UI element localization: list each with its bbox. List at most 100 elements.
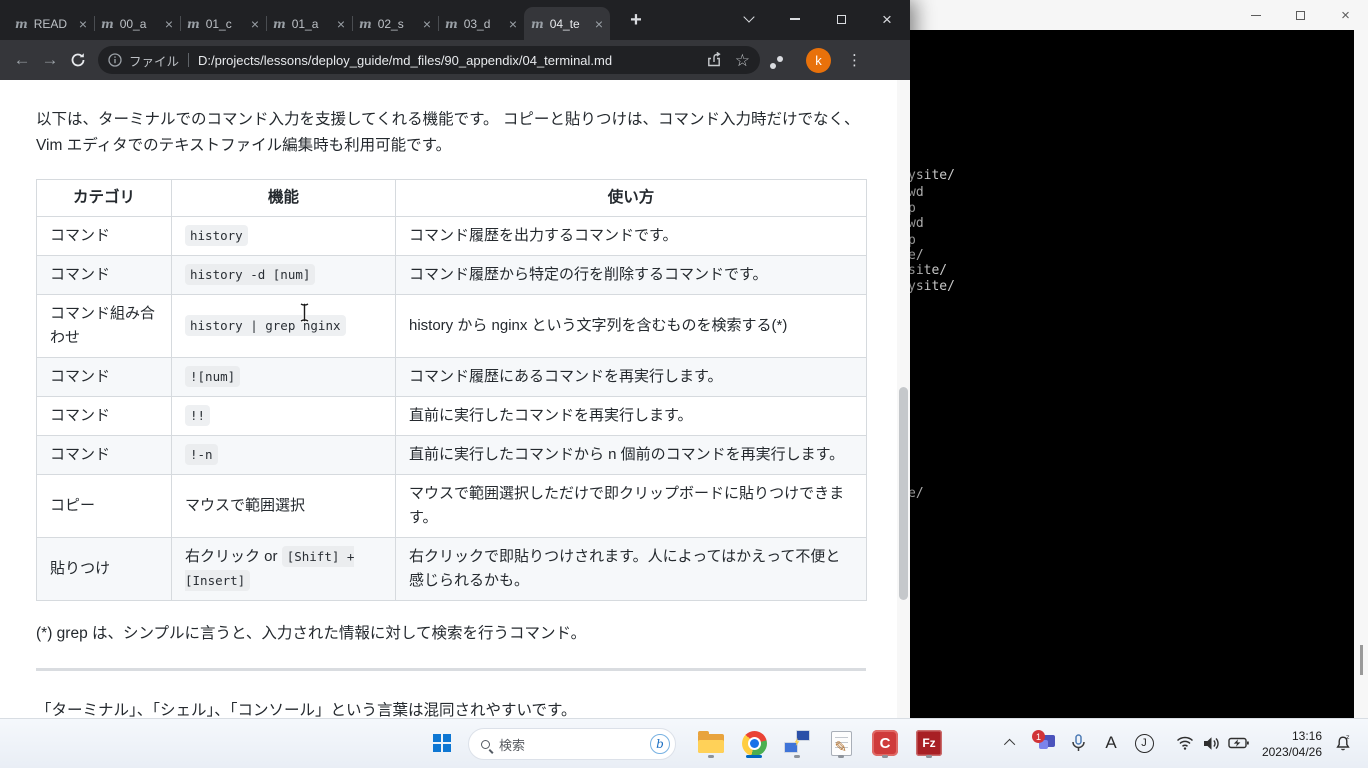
terminal-scrollbar[interactable]	[1354, 30, 1368, 718]
toolbar-actions: k ⋮	[774, 47, 862, 73]
terminal-line: ysite/	[908, 279, 955, 294]
tray-clock[interactable]: 13:16 2023/04/26	[1262, 728, 1322, 760]
start-button[interactable]	[424, 725, 460, 761]
cell-category: 貼りつけ	[36, 537, 172, 601]
table-header-row: カテゴリ 機能 使い方	[36, 179, 867, 217]
tab-list: m READ × m 00_a × m 01_c × m 01_a × m 02_s × m 03_d × m 04_…	[8, 7, 610, 40]
browser-menu-button[interactable]: ⋮	[847, 51, 862, 69]
tray-teams[interactable]: 1	[1030, 725, 1060, 761]
terminal-output[interactable]: ysite/wd p wd p e/site/ysite/e/	[902, 30, 1368, 718]
tab-close-icon[interactable]: ×	[423, 17, 431, 31]
table-row: コマンド ![num] コマンド履歴にあるコマンドを再実行します。	[36, 357, 867, 397]
browser-tab[interactable]: m 00_a ×	[94, 7, 180, 40]
forward-button[interactable]: →	[36, 46, 64, 74]
table-row: コマンド !-n 直前に実行したコマンドから n 個前のコマンドを再実行します。	[36, 435, 867, 475]
cell-category: コマンド	[36, 216, 172, 256]
speaker-icon	[1203, 736, 1219, 750]
taskbar-search[interactable]: 検索 b	[468, 728, 676, 760]
tray-ime-language[interactable]: J	[1129, 725, 1159, 761]
cell-category: コピー	[36, 474, 172, 538]
notification-badge: 1	[1032, 730, 1045, 743]
tab-close-icon[interactable]: ×	[595, 17, 603, 31]
cell-usage: 直前に実行したコマンドを再実行します。	[395, 396, 867, 436]
info-icon[interactable]	[108, 53, 122, 67]
japanese-ime-icon: J	[1134, 733, 1154, 753]
url-text[interactable]: D:/projects/lessons/deploy_guide/md_file…	[198, 53, 694, 68]
maximize-icon	[1296, 10, 1305, 20]
page-scrollbar[interactable]	[897, 80, 910, 718]
bell-dnd-icon: z	[1336, 734, 1350, 751]
folder-icon	[698, 730, 724, 753]
profile-avatar[interactable]: k	[806, 47, 831, 73]
share-button[interactable]	[706, 52, 723, 68]
new-tab-button[interactable]: +	[622, 6, 650, 34]
tab-close-icon[interactable]: ×	[337, 17, 345, 31]
cell-usage: 右クリックで即貼りつけされます。人によってはかえって不便と感じられるかも。	[395, 537, 867, 601]
tray-microphone[interactable]	[1063, 725, 1093, 761]
page-content: 以下は、ターミナルでのコマンド入力を支援してくれる機能です。 コピーと貼りつけは…	[0, 80, 910, 718]
cell-usage: コマンド履歴にあるコマンドを再実行します。	[395, 357, 867, 397]
terminal-maximize-button[interactable]	[1278, 0, 1323, 30]
browser-tab[interactable]: m 04_te ×	[524, 7, 610, 40]
tray-battery[interactable]	[1224, 725, 1252, 761]
notepad-icon: ✎	[830, 730, 852, 756]
close-icon: ×	[882, 9, 892, 29]
taskbar-text-editor[interactable]: ✎	[823, 725, 859, 761]
tab-close-icon[interactable]: ×	[251, 17, 259, 31]
tab-title: 00_a	[119, 16, 147, 31]
windows-logo-icon	[433, 734, 451, 752]
tray-volume[interactable]	[1198, 725, 1224, 761]
terminal-minimize-button[interactable]	[1233, 0, 1278, 30]
address-bar[interactable]: ファイル D:/projects/lessons/deploy_guide/md…	[98, 46, 760, 74]
markdown-favicon: m	[359, 16, 372, 31]
tab-close-icon[interactable]: ×	[509, 17, 517, 31]
tray-notifications[interactable]: z	[1328, 725, 1358, 761]
taskbar-camtasia[interactable]: C	[867, 725, 903, 761]
cell-feature: マウスで範囲選択	[171, 474, 396, 538]
clock-time: 13:16	[1291, 729, 1322, 743]
tab-close-icon[interactable]: ×	[79, 17, 87, 31]
intro-paragraph: 以下は、ターミナルでのコマンド入力を支援してくれる機能です。 コピーと貼りつけは…	[36, 111, 860, 154]
browser-tab[interactable]: m 02_s ×	[352, 7, 438, 40]
battery-icon	[1227, 737, 1249, 749]
text-cursor	[300, 302, 309, 323]
tab-search-button[interactable]	[726, 0, 772, 38]
terminal-scroll-thumb[interactable]	[1360, 645, 1363, 675]
back-button[interactable]: ←	[8, 46, 36, 74]
filezilla-icon: Fz	[916, 730, 942, 756]
browser-tab[interactable]: m READ ×	[8, 7, 94, 40]
window-controls: ×	[726, 0, 910, 38]
terminal-close-button[interactable]: ×	[1323, 0, 1368, 30]
outro-paragraph: 「ターミナル」、「シェル」、「コンソール」という言葉は混同されやすいです。	[36, 702, 577, 718]
terminal-line: ysite/	[908, 168, 955, 183]
taskbar-file-explorer[interactable]	[693, 725, 729, 761]
browser-minimize-button[interactable]	[772, 0, 818, 38]
wifi-icon	[1176, 736, 1194, 750]
minimize-icon	[790, 18, 800, 20]
command-table: カテゴリ 機能 使い方 コマンド history コマンド履歴を出力するコマンドです。コ…	[36, 179, 867, 601]
cell-usage: コマンド履歴から特定の行を削除するコマンドです。	[395, 255, 867, 295]
reload-button[interactable]	[64, 46, 92, 74]
browser-tab[interactable]: m 01_c ×	[180, 7, 266, 40]
tab-title: READ	[33, 16, 68, 31]
browser-maximize-button[interactable]	[818, 0, 864, 38]
taskbar-remote-desktop[interactable]	[779, 725, 815, 761]
browser-close-button[interactable]: ×	[864, 0, 910, 38]
taskbar-filezilla[interactable]: Fz	[911, 725, 947, 761]
bookmark-button[interactable]: ☆	[735, 52, 750, 69]
page-scroll-thumb[interactable]	[899, 387, 908, 600]
table-row: コマンド history コマンド履歴を出力するコマンドです。	[36, 216, 867, 256]
table-row: コマンド組み合わせ history | grep nginx history から …	[36, 294, 867, 358]
markdown-favicon: m	[101, 16, 114, 31]
table-row: コマンド!! 直前に実行したコマンドを再実行します。	[36, 396, 867, 436]
browser-tab[interactable]: m 01_a ×	[266, 7, 352, 40]
taskbar-chrome[interactable]	[736, 725, 772, 761]
terminal-line: e/	[908, 248, 924, 263]
remote-desktop-icon	[784, 730, 810, 756]
tab-close-icon[interactable]: ×	[165, 17, 173, 31]
code-span: history -d [num]	[185, 264, 316, 285]
tray-overflow-button[interactable]	[996, 725, 1026, 761]
browser-tab[interactable]: m 03_d ×	[438, 7, 524, 40]
tray-wifi[interactable]	[1172, 725, 1198, 761]
tray-ime-mode[interactable]: A	[1096, 725, 1126, 761]
